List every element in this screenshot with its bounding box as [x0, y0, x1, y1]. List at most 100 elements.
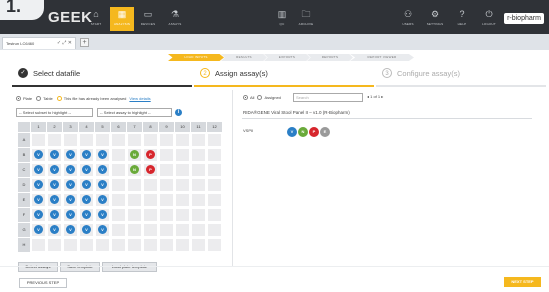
well-assay-marker[interactable]: V [66, 150, 75, 159]
plate-well-cell[interactable] [111, 133, 126, 147]
subset-select[interactable]: -- Select subset to highlight -- [16, 108, 93, 117]
pager[interactable]: ◂ 1 of 1 ▸ [367, 94, 383, 99]
plate-column-header[interactable]: 10 [175, 122, 190, 132]
add-tab-button[interactable]: + [80, 38, 89, 47]
info-icon[interactable]: i [175, 109, 182, 116]
plate-well-cell[interactable] [143, 193, 158, 207]
plate-well-cell[interactable] [159, 208, 174, 222]
plate-well-cell[interactable] [175, 208, 190, 222]
plate-well-cell[interactable] [159, 238, 174, 252]
plate-well-cell[interactable] [47, 238, 62, 252]
well-assay-marker[interactable]: V [98, 165, 107, 174]
plate-row-header[interactable]: C [18, 163, 30, 177]
plate-well-cell[interactable] [143, 178, 158, 192]
well-assay-marker[interactable]: V [66, 195, 75, 204]
plate-well-cell[interactable] [95, 238, 110, 252]
plate-row-header[interactable]: B [18, 148, 30, 162]
nav-analysis[interactable]: ▦ ANALYSIS [110, 7, 134, 31]
plate-well-cell[interactable] [111, 163, 126, 177]
plate-well-cell[interactable] [159, 193, 174, 207]
plate-well-cell[interactable] [47, 133, 62, 147]
well-assay-marker[interactable]: V [98, 180, 107, 189]
plate-well-cell[interactable] [207, 178, 222, 192]
radio-plate[interactable] [16, 96, 21, 101]
plate-row-header[interactable]: E [18, 193, 30, 207]
plate-well-cell[interactable] [111, 193, 126, 207]
radio-assigned[interactable] [257, 95, 263, 100]
previous-step-button[interactable]: PREVIOUS STEP [19, 278, 67, 288]
assay-target-chip[interactable]: E [320, 127, 330, 137]
plate-well-cell[interactable] [111, 178, 126, 192]
plate-well-cell[interactable] [127, 208, 142, 222]
chevron-reports[interactable]: REPORTS [307, 54, 353, 61]
assay-target-chip[interactable]: V [287, 127, 297, 137]
well-assay-marker[interactable]: V [50, 210, 59, 219]
plate-well-cell[interactable] [79, 238, 94, 252]
plate-row-header[interactable]: F [18, 208, 30, 222]
plate-column-header[interactable]: 5 [95, 122, 110, 132]
plate-row-header[interactable]: D [18, 178, 30, 192]
plate-well-cell[interactable] [31, 133, 46, 147]
plate-well-cell[interactable] [159, 148, 174, 162]
well-assay-marker[interactable]: V [34, 165, 43, 174]
save-template-button[interactable]: Save template [60, 262, 100, 272]
plate-well-cell[interactable] [175, 193, 190, 207]
well-assay-marker[interactable]: V [50, 225, 59, 234]
view-details-link[interactable]: View details [129, 96, 150, 101]
nav-devices[interactable]: ▭ DEVICES [136, 7, 160, 31]
plate-well-cell[interactable] [207, 133, 222, 147]
nav-start[interactable]: ⌂ START [84, 7, 108, 31]
well-assay-marker[interactable]: V [82, 195, 91, 204]
well-assay-marker[interactable]: V [50, 180, 59, 189]
plate-well-cell[interactable] [175, 238, 190, 252]
next-step-button[interactable]: NEXT STEP [504, 277, 541, 287]
plate-well-cell[interactable] [63, 133, 78, 147]
well-assay-marker[interactable]: P [146, 165, 155, 174]
assay-target-chip[interactable]: N [298, 127, 308, 137]
well-assay-marker[interactable]: V [34, 195, 43, 204]
plate-well-cell[interactable] [95, 133, 110, 147]
well-assay-marker[interactable]: V [34, 180, 43, 189]
plate-well-cell[interactable] [159, 163, 174, 177]
well-assay-marker[interactable]: V [66, 210, 75, 219]
plate-column-header[interactable]: 8 [143, 122, 158, 132]
well-assay-marker[interactable]: V [34, 150, 43, 159]
plate-well-cell[interactable] [191, 223, 206, 237]
nav-assays[interactable]: ⚗ ASSAYS [163, 7, 187, 31]
plate-well-cell[interactable] [191, 238, 206, 252]
plate-well-cell[interactable] [175, 178, 190, 192]
assay-search-input[interactable]: Search [293, 93, 363, 102]
chevron-results[interactable]: RESULTS [221, 54, 267, 61]
plate-well-cell[interactable] [191, 178, 206, 192]
plate-column-header[interactable]: 6 [111, 122, 126, 132]
plate-well-cell[interactable] [143, 208, 158, 222]
plate-well-cell[interactable] [143, 238, 158, 252]
plate-well-cell[interactable] [207, 238, 222, 252]
detect-assays-button[interactable]: Detect assays [18, 262, 58, 272]
step-assign-assays[interactable]: 2 Assign assay(s) [200, 68, 268, 78]
tab-actions[interactable]: ✓ ⤢ ✕ [57, 40, 72, 46]
plate-well-cell[interactable] [191, 133, 206, 147]
plate-well-cell[interactable] [207, 163, 222, 177]
plate-well-cell[interactable] [111, 148, 126, 162]
step-configure-assays[interactable]: 3 Configure assay(s) [382, 68, 460, 78]
plate-column-header[interactable]: 12 [207, 122, 222, 132]
plate-column-header[interactable]: 1 [31, 122, 46, 132]
plate-row-header[interactable]: G [18, 223, 30, 237]
well-assay-marker[interactable]: V [50, 150, 59, 159]
well-assay-marker[interactable]: V [50, 165, 59, 174]
well-assay-marker[interactable]: V [82, 165, 91, 174]
plate-well-cell[interactable] [159, 133, 174, 147]
well-assay-marker[interactable]: V [82, 150, 91, 159]
plate-row-header[interactable]: A [18, 133, 30, 147]
plate-row-header[interactable]: H [18, 238, 30, 252]
plate-well-cell[interactable] [127, 238, 142, 252]
plate-well-cell[interactable] [207, 148, 222, 162]
radio-all[interactable] [243, 95, 248, 100]
step-select-datafile[interactable]: ✓ Select datafile [18, 68, 80, 78]
plate-well-cell[interactable] [175, 133, 190, 147]
plate-well-cell[interactable] [127, 223, 142, 237]
plate-well-cell[interactable] [31, 238, 46, 252]
well-assay-marker[interactable]: N [130, 150, 139, 159]
chevron-exports[interactable]: EXPORTS [264, 54, 310, 61]
